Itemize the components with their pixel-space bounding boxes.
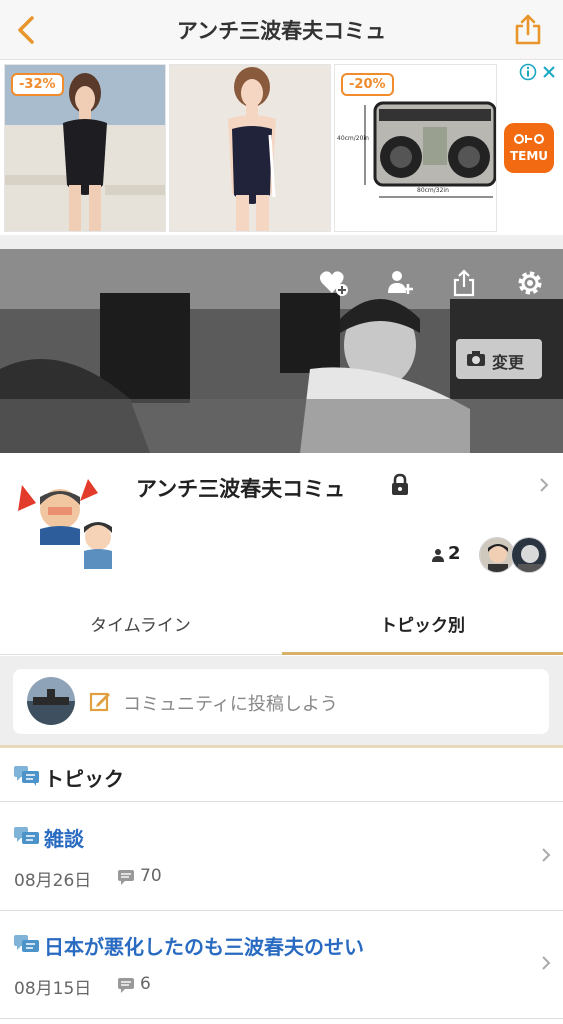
topic-date: 08月26日 [14, 871, 92, 891]
topic-item[interactable]: 日本が悪化したのも三波春夫のせい 08月15日 6 [0, 911, 563, 1019]
temu-logo[interactable]: TEMU [504, 123, 554, 173]
topic-title: 雑談 [44, 827, 84, 851]
discount-badge: -32% [11, 73, 64, 96]
member-avatar[interactable] [479, 537, 515, 573]
topic-bubbles-icon [14, 827, 39, 844]
chevron-right-icon [542, 956, 551, 970]
user-avatar-photo [27, 677, 75, 725]
chevron-right-icon[interactable] [539, 477, 549, 493]
boombox-width-label: 80cm/32in [417, 187, 449, 194]
change-cover-button[interactable]: 変更 [456, 339, 542, 379]
temu-mark-icon [514, 134, 544, 144]
discount-badge: -20% [341, 73, 394, 96]
swimsuit-photo-2 [170, 65, 330, 231]
ad-banner: -32% -20% 40cm/20in 80cm/32in TEMU [0, 61, 563, 235]
tab-by-topic[interactable]: トピック別 [282, 591, 563, 655]
page-title: アンチ三波春夫コミュ [176, 19, 387, 43]
topic-title: 日本が悪化したのも三波春夫のせい [44, 935, 364, 959]
temu-brand-text: TEMU [509, 149, 549, 163]
topic-comment-count: 70 [140, 866, 162, 886]
settings-gear-icon[interactable] [514, 267, 546, 299]
edit-icon [89, 692, 110, 712]
ad-product-swimsuit-1[interactable]: -32% [4, 64, 166, 232]
app-header: アンチ三波春夫コミュ [0, 0, 563, 60]
ad-product-boombox[interactable]: -20% 40cm/20in 80cm/32in [334, 64, 497, 232]
member-avatar[interactable] [511, 537, 547, 573]
section-gap [0, 235, 563, 249]
community-name: アンチ三波春夫コミュ [136, 477, 346, 501]
member-count: 2 [448, 543, 461, 564]
ad-product-swimsuit-2[interactable] [169, 64, 331, 232]
community-avatar[interactable] [14, 473, 122, 569]
topics-header: トピック [0, 750, 563, 802]
ad-close-icon[interactable] [541, 63, 557, 81]
change-cover-label: 変更 [492, 353, 525, 372]
ad-info-icon[interactable] [519, 63, 537, 81]
member-avatar-photo [512, 538, 546, 572]
topic-comment-count: 6 [140, 974, 151, 994]
tab-bar: タイムライン トピック別 [0, 591, 563, 655]
share-icon[interactable] [513, 12, 543, 46]
user-avatar [27, 677, 75, 725]
topic-item[interactable]: 雑談 08月26日 70 [0, 803, 563, 911]
topic-bubbles-icon [14, 935, 39, 952]
tab-timeline[interactable]: タイムライン [0, 591, 281, 655]
comment-icon [118, 870, 134, 885]
lock-icon [392, 473, 408, 495]
member-add-icon[interactable] [384, 267, 416, 299]
topic-bubbles-icon [14, 766, 39, 786]
camera-icon [467, 351, 485, 366]
person-icon [432, 549, 444, 562]
community-profile: アンチ三波春夫コミュ 2 [0, 453, 563, 591]
topic-date: 08月15日 [14, 979, 92, 999]
post-placeholder: コミュニティに投稿しよう [123, 694, 338, 715]
member-avatar-photo [480, 538, 514, 572]
cover-share-icon[interactable] [448, 267, 480, 299]
boombox-height-label: 40cm/20in [337, 135, 369, 142]
post-input[interactable]: コミュニティに投稿しよう [13, 669, 549, 734]
chevron-right-icon [542, 848, 551, 862]
comment-icon [118, 978, 134, 993]
heart-add-icon[interactable] [318, 267, 350, 299]
back-arrow-icon[interactable] [12, 14, 42, 46]
cover-image: 変更 [0, 249, 563, 453]
post-area: コミュニティに投稿しよう [0, 656, 563, 748]
topics-section-title: トピック [44, 767, 124, 791]
